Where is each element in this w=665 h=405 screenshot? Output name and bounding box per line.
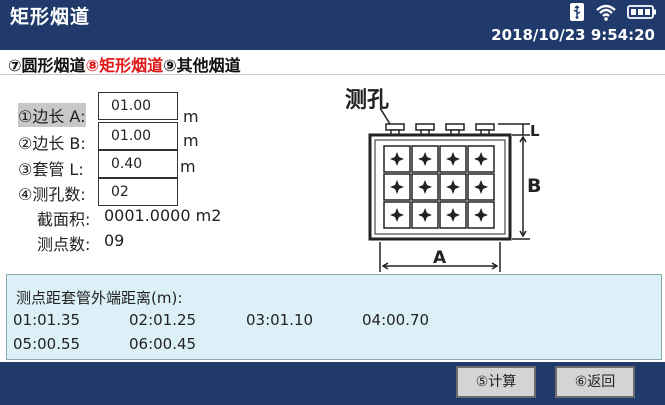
tab-round-duct[interactable]: ⑦圆形烟道 (8, 56, 86, 75)
tab-other-duct[interactable]: ⑨其他烟道 (163, 56, 241, 75)
side-b-label: ②边长 B: (18, 134, 86, 153)
sleeve-group (385, 123, 495, 136)
side-a-label: ①边长 A: (18, 103, 86, 127)
distances-title: 测点距套管外端距离(m): (16, 289, 183, 307)
side-b-unit: m (183, 131, 199, 150)
divider (0, 74, 665, 75)
area-label: 截面积: (37, 210, 91, 229)
distance-item: 01:01.35 (13, 311, 81, 329)
usb-icon (569, 2, 585, 26)
battery-icon (627, 4, 657, 24)
title-bar: 矩形烟道 2018/10/23 9:54:20 (0, 0, 665, 50)
footer-bar: ⑤计算 ⑥返回 (0, 362, 665, 405)
point-markers (390, 152, 488, 222)
distance-item: 03:01.10 (246, 311, 314, 329)
status-icons (569, 2, 657, 26)
sleeve-input[interactable]: 0.40 (98, 150, 178, 178)
distance-item: 04:00.70 (362, 311, 430, 329)
sleeve-unit: m (180, 157, 196, 176)
sleeve-label: ③套管 L: (18, 160, 84, 179)
distance-item: 02:01.25 (129, 311, 197, 329)
holes-label: ④测孔数: (18, 185, 86, 204)
distance-item: 05:00.55 (13, 335, 81, 353)
back-button[interactable]: ⑥返回 (555, 366, 635, 398)
distance-item: 06:00.45 (129, 335, 197, 353)
holes-input[interactable]: 02 (98, 178, 178, 206)
hole-label: 测孔 (345, 88, 389, 113)
datetime: 2018/10/23 9:54:20 (491, 26, 655, 44)
wifi-icon (595, 3, 617, 25)
calculate-button[interactable]: ⑤计算 (456, 366, 536, 398)
side-a-input[interactable]: 01.00 (98, 92, 178, 120)
dim-a-label: A (433, 248, 447, 268)
points-label: 测点数: (37, 235, 91, 254)
dim-b-label: B (527, 175, 541, 197)
duct-diagram: 测孔 L B A (345, 88, 541, 272)
dim-l-label: L (530, 122, 540, 140)
side-a-unit: m (183, 107, 199, 126)
side-b-input[interactable]: 01.00 (98, 122, 178, 150)
area-value: 0001.0000 m2 (104, 206, 222, 225)
tab-rect-duct[interactable]: ⑧矩形烟道 (86, 56, 164, 75)
distances-panel: 测点距套管外端距离(m): 01:01.35 02:01.25 03:01.10… (6, 274, 662, 360)
page-title: 矩形烟道 (10, 6, 91, 28)
points-value: 09 (104, 231, 125, 250)
duct-type-tabs: ⑦圆形烟道⑧矩形烟道⑨其他烟道 (8, 52, 241, 76)
